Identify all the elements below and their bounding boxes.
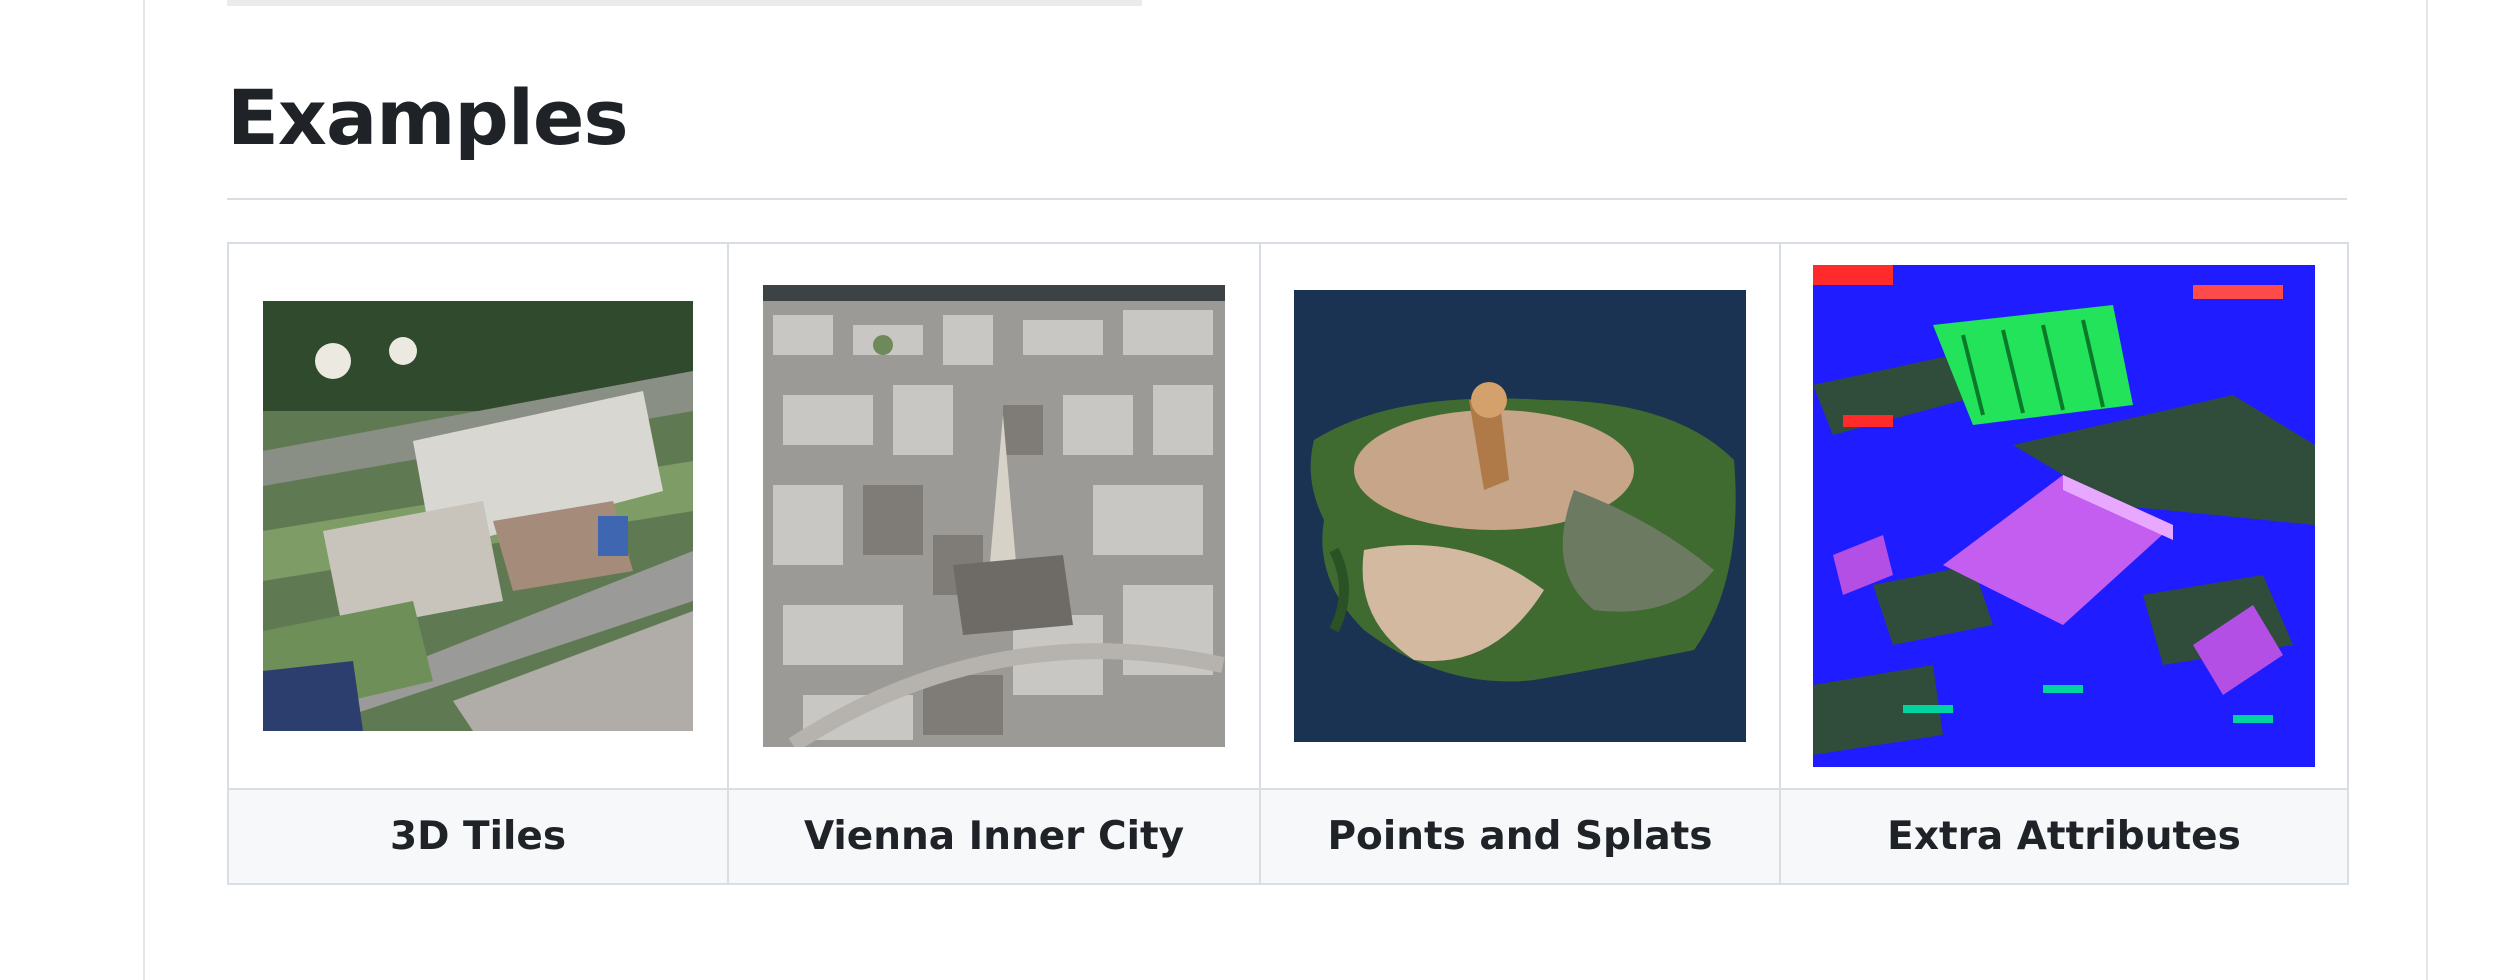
- example-cell-points-and-splats[interactable]: [1259, 242, 1781, 790]
- readme-content: Examples 3D Tiles Vienna Inner City Poin…: [143, 0, 2428, 980]
- examples-heading: Examples: [227, 73, 629, 162]
- example-cell-vienna-inner-city[interactable]: [727, 242, 1261, 790]
- example-cell-extra-attributes[interactable]: [1779, 242, 2349, 790]
- thumbnail-points-and-splats[interactable]: [1294, 290, 1746, 742]
- page: Examples 3D Tiles Vienna Inner City Poin…: [0, 0, 2500, 980]
- thumbnail-row: [227, 242, 2349, 790]
- thumbnail-3d-tiles[interactable]: [263, 301, 693, 731]
- examples-table: 3D Tiles Vienna Inner City Points and Sp…: [227, 242, 2349, 885]
- example-cell-3d-tiles[interactable]: [227, 242, 729, 790]
- caption-row: 3D Tiles Vienna Inner City Points and Sp…: [227, 788, 2349, 885]
- example-label-3d-tiles[interactable]: 3D Tiles: [227, 788, 729, 885]
- heading-divider: [227, 198, 2347, 200]
- thumbnail-vienna-inner-city[interactable]: [763, 285, 1225, 747]
- example-label-extra-attributes[interactable]: Extra Attributes: [1779, 788, 2349, 885]
- thumbnail-extra-attributes[interactable]: [1813, 265, 2315, 767]
- previous-paragraph-fragment: [227, 0, 1142, 6]
- example-label-vienna-inner-city[interactable]: Vienna Inner City: [727, 788, 1261, 885]
- example-label-points-and-splats[interactable]: Points and Splats: [1259, 788, 1781, 885]
